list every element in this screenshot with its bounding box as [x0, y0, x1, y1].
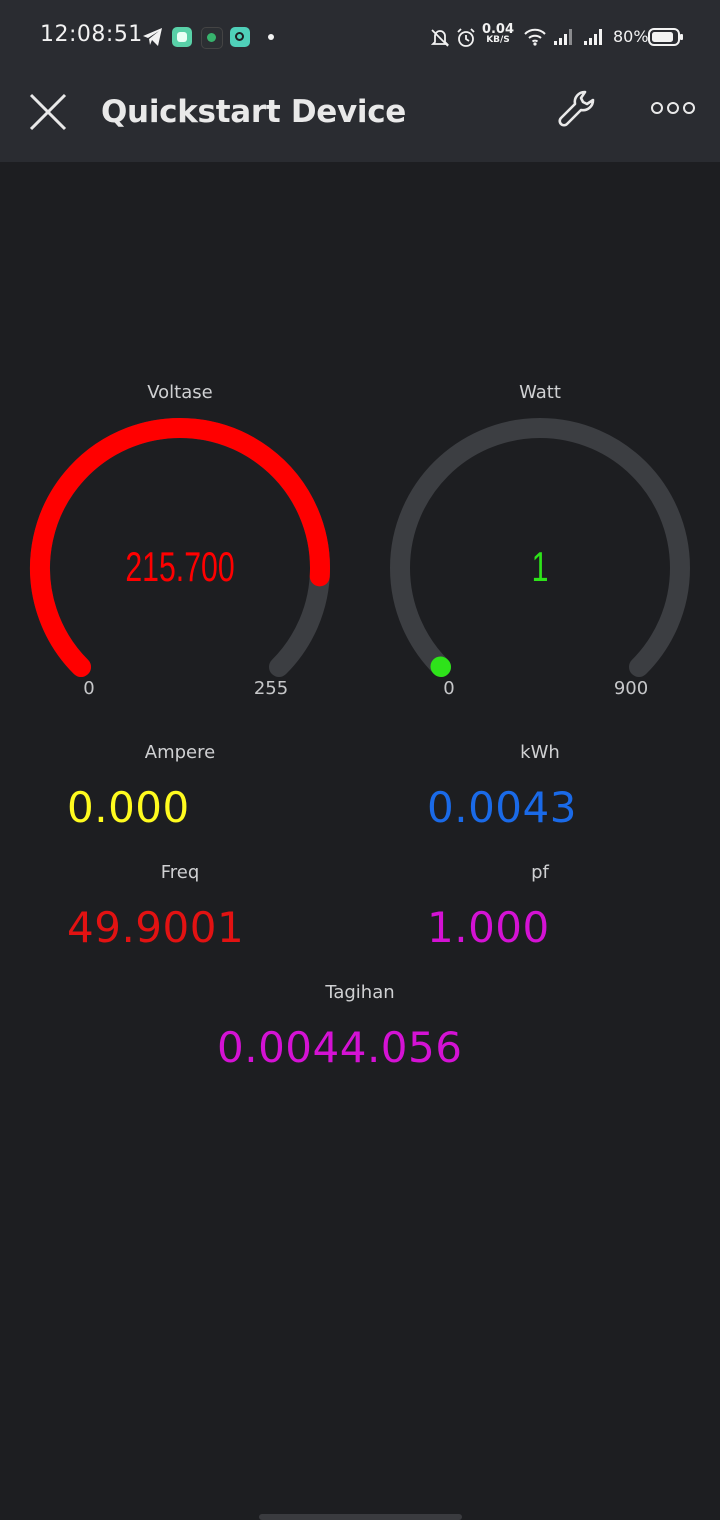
- battery-percentage: 80%: [613, 27, 649, 46]
- gauge-min: 0: [443, 678, 455, 699]
- gauge-fill: [430, 656, 452, 677]
- pf-label: pf: [531, 862, 549, 883]
- gauge-value: 1: [531, 543, 549, 590]
- kwh-value: 0.0043: [427, 783, 577, 832]
- telegram-icon: [143, 28, 162, 46]
- freq-label: Freq: [160, 862, 200, 883]
- tagihan-value: 0.0044.056: [217, 1023, 463, 1072]
- app-icon: [201, 27, 223, 49]
- kwh-label: kWh: [520, 742, 560, 763]
- ampere-label: Ampere: [144, 742, 216, 763]
- battery-icon: [648, 28, 683, 46]
- gauge-max: 255: [253, 678, 289, 699]
- app-icon: [230, 27, 250, 47]
- signal-icon: [584, 29, 602, 45]
- app-bar: Quickstart Device: [0, 74, 720, 162]
- gauge-value: 215.700: [125, 543, 235, 590]
- page-title: Quickstart Device: [101, 94, 407, 130]
- wifi-icon: [524, 28, 546, 46]
- app-icon: [172, 27, 192, 47]
- network-speed-value: 0.04: [481, 22, 515, 37]
- status-time: 12:08:51: [40, 22, 143, 47]
- gauge-label: Voltase: [147, 382, 213, 403]
- alarm-icon: [457, 28, 475, 47]
- home-indicator[interactable]: [259, 1514, 462, 1520]
- close-icon[interactable]: [26, 90, 70, 134]
- ampere-value: 0.000: [67, 783, 190, 832]
- gauge-max: 900: [613, 678, 649, 699]
- bell-off-icon: [431, 29, 449, 47]
- signal-icon: [554, 29, 572, 45]
- network-speed: 0.04 KB/S: [481, 22, 515, 46]
- freq-value: 49.9001: [67, 903, 245, 952]
- notification-dot-icon: [268, 34, 274, 40]
- status-bar: 12:08:51 0.04 KB/S 80%: [0, 0, 720, 74]
- gauge-min: 0: [83, 678, 95, 699]
- tagihan-label: Tagihan: [325, 982, 395, 1003]
- gauge-label: Watt: [519, 382, 561, 403]
- wrench-icon[interactable]: [555, 88, 603, 136]
- more-icon[interactable]: [650, 96, 696, 120]
- pf-value: 1.000: [427, 903, 550, 952]
